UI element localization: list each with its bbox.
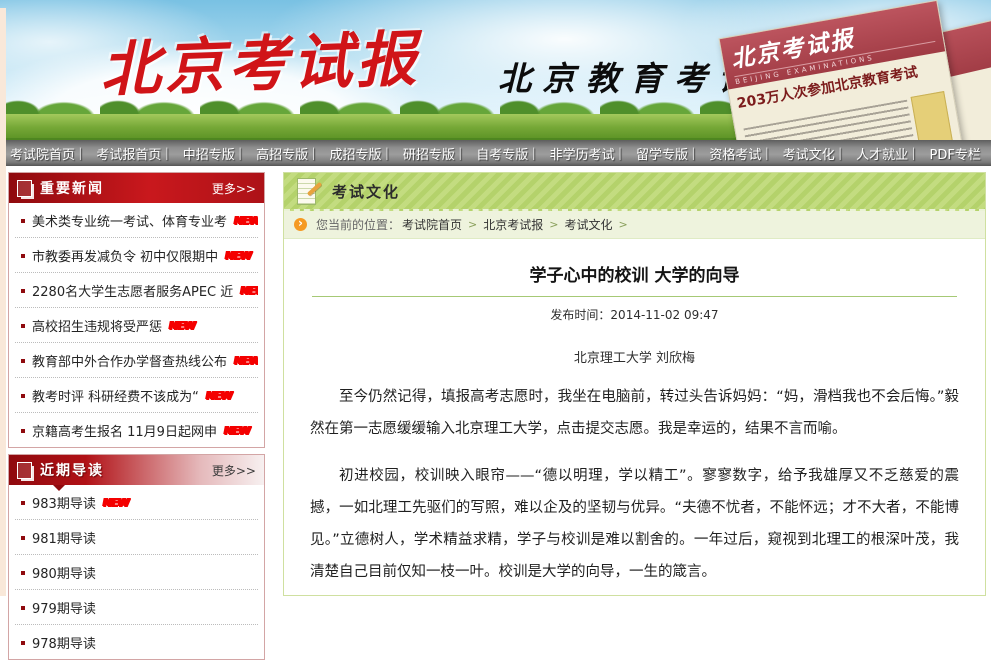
nav-item-paper-home[interactable]: 考试报首页 — [78, 144, 161, 163]
recent-digest-list: 983期导读 NEW 981期导读 980期导读 979期导读 978期导读 — [9, 485, 264, 659]
nav-item-study-abroad[interactable]: 留学专版 — [618, 144, 688, 163]
important-news-box: 重要新闻 更多>> 美术类专业统一考试、体育专业考 NEW 市教委再发减负令 初… — [8, 172, 265, 448]
new-badge: NEW — [225, 249, 251, 262]
breadcrumb-separator: > — [549, 218, 558, 231]
digest-item-text: 979期导读 — [32, 598, 96, 617]
bullet-icon — [21, 289, 25, 293]
news-item-text: 教育部中外合作办学督查热线公布 — [32, 351, 227, 370]
digest-item-text: 980期导读 — [32, 563, 96, 582]
newspaper-sidebar-box — [911, 91, 954, 140]
nav-item-chengzhao[interactable]: 成招专版 — [311, 144, 381, 163]
nav-item-zhongzhao[interactable]: 中招专版 — [165, 144, 235, 163]
digest-list-item[interactable]: 979期导读 — [15, 590, 258, 625]
article-paragraph: 至今仍然记得，填报高考志愿时，我坐在电脑前，转过头告诉妈妈：“妈，滑档我也不会后… — [310, 381, 959, 445]
important-news-more-link[interactable]: 更多>> — [212, 180, 256, 197]
bullet-icon — [21, 394, 25, 398]
breadcrumb-link-paper[interactable]: 北京考试报 — [483, 216, 543, 233]
notepad-pencil-icon — [294, 177, 322, 205]
recent-digest-header: 近期导读 更多>> — [9, 455, 264, 485]
nav-item-zikao[interactable]: 自考专版 — [458, 144, 528, 163]
news-item-text: 2280名大学生志愿者服务APEC 近 — [32, 281, 233, 300]
bullet-icon — [21, 536, 25, 540]
location-arrow-icon — [294, 218, 307, 231]
bullet-icon — [21, 501, 25, 505]
nav-item-non-academic[interactable]: 非学历考试 — [532, 144, 615, 163]
breadcrumb-link-culture[interactable]: 考试文化 — [564, 216, 612, 233]
news-list-item[interactable]: 2280名大学生志愿者服务APEC 近 NEW — [15, 273, 258, 308]
news-list-item[interactable]: 教考时评 科研经费不该成为“ NEW — [15, 378, 258, 413]
nav-item-pdf[interactable]: PDF专栏 — [911, 144, 980, 163]
newspaper-front-image: 北京考试报 BEIJING EXAMINATIONS 203万人次参加北京教育考… — [718, 0, 963, 140]
title-divider — [312, 296, 957, 297]
recent-digest-box: 近期导读 更多>> 983期导读 NEW 981期导读 980期导读 979期导… — [8, 454, 265, 660]
article-title: 学子心中的校训 大学的向导 — [310, 261, 959, 286]
bullet-icon — [21, 571, 25, 575]
main-content: 考试文化 您当前的位置： 考试院首页 > 北京考试报 > 考试文化 > 学子心中… — [283, 172, 986, 596]
new-badge: NEW — [224, 424, 250, 437]
digest-list-item[interactable]: 978期导读 — [15, 625, 258, 659]
breadcrumb-link-home[interactable]: 考试院首页 — [402, 216, 462, 233]
breadcrumb: 您当前的位置： 考试院首页 > 北京考试报 > 考试文化 > — [284, 211, 985, 239]
new-badge: NEW — [103, 496, 129, 509]
nav-item-career[interactable]: 人才就业 — [838, 144, 908, 163]
left-sidebar: 重要新闻 更多>> 美术类专业统一考试、体育专业考 NEW 市教委再发减负令 初… — [8, 172, 265, 666]
digest-list-item[interactable]: 983期导读 NEW — [15, 485, 258, 520]
news-list-item[interactable]: 美术类专业统一考试、体育专业考 NEW — [15, 203, 258, 238]
news-list-item[interactable]: 京籍高考生报名 11月9日起网申 NEW — [15, 413, 258, 447]
news-list-item[interactable]: 教育部中外合作办学督查热线公布 NEW — [15, 343, 258, 378]
article: 学子心中的校训 大学的向导 发布时间：2014-11-02 09:47 北京理工… — [284, 239, 985, 596]
nav-item-exam-culture[interactable]: 考试文化 — [765, 144, 835, 163]
important-news-header: 重要新闻 更多>> — [9, 173, 264, 203]
nav-list: 考试院首页 考试报首页 中招专版 高招专版 成招专版 研招专版 自考专版 非学历… — [0, 140, 991, 166]
important-news-list: 美术类专业统一考试、体育专业考 NEW 市教委再发减负令 初中仅限期中 NEW … — [9, 203, 264, 447]
bullet-icon — [21, 254, 25, 258]
article-author: 北京理工大学 刘欣梅 — [310, 347, 959, 366]
news-item-text: 市教委再发减负令 初中仅限期中 — [32, 246, 218, 265]
news-item-text: 高校招生违规将受严惩 — [32, 316, 162, 335]
news-list-item[interactable]: 市教委再发减负令 初中仅限期中 NEW — [15, 238, 258, 273]
news-icon — [17, 180, 32, 197]
news-item-text: 美术类专业统一考试、体育专业考 — [32, 211, 227, 230]
digest-icon — [17, 462, 32, 479]
breadcrumb-separator: > — [619, 218, 628, 231]
digest-item-text: 983期导读 — [32, 493, 96, 512]
breadcrumb-separator: > — [468, 218, 477, 231]
page-edge-strip — [0, 8, 6, 596]
bullet-icon — [21, 641, 25, 645]
article-paragraph: 初进校园，校训映入眼帘——“德以明理，学以精工”。寥寥数字，给予我雄厚又不乏慈爱… — [310, 460, 959, 588]
nav-item-yanzhao[interactable]: 研招专版 — [385, 144, 455, 163]
main-navbar: 考试院首页 考试报首页 中招专版 高招专版 成招专版 研招专版 自考专版 非学历… — [0, 140, 991, 166]
breadcrumb-prefix: 您当前的位置： — [316, 216, 400, 233]
nav-item-exam-authority-home[interactable]: 考试院首页 — [10, 144, 75, 163]
news-list-item[interactable]: 高校招生违规将受严惩 NEW — [15, 308, 258, 343]
digest-item-text: 981期导读 — [32, 528, 96, 547]
recent-digest-more-link[interactable]: 更多>> — [212, 462, 256, 479]
important-news-title: 重要新闻 — [40, 178, 104, 198]
digest-list-item[interactable]: 981期导读 — [15, 520, 258, 555]
digest-item-text: 978期导读 — [32, 633, 96, 652]
section-title: 考试文化 — [332, 181, 400, 202]
news-item-text: 京籍高考生报名 11月9日起网申 — [32, 421, 217, 440]
new-badge: NEW — [169, 319, 195, 332]
bullet-icon — [21, 219, 25, 223]
site-banner: 北京考试报 北京教育考试院主办 北京考试报 BEIJING EXAMINATIO… — [0, 0, 991, 140]
newspaper-images: 北京考试报 BEIJING EXAMINATIONS 203万人次参加北京教育考… — [716, 12, 991, 140]
site-logo: 北京考试报 — [99, 10, 422, 108]
bullet-icon — [21, 606, 25, 610]
bullet-icon — [21, 429, 25, 433]
new-badge: NEW — [240, 284, 258, 297]
new-badge: NEW — [234, 354, 258, 367]
bullet-icon — [21, 324, 25, 328]
nav-item-gaozhao[interactable]: 高招专版 — [238, 144, 308, 163]
publish-date: 发布时间：2014-11-02 09:47 — [310, 306, 959, 323]
nav-item-qualification[interactable]: 资格考试 — [691, 144, 761, 163]
news-item-text: 教考时评 科研经费不该成为“ — [32, 386, 199, 405]
recent-digest-title: 近期导读 — [40, 460, 104, 480]
digest-list-item[interactable]: 980期导读 — [15, 555, 258, 590]
new-badge: NEW — [206, 389, 232, 402]
new-badge: NEW — [234, 214, 258, 227]
section-header: 考试文化 — [284, 173, 985, 211]
bullet-icon — [21, 359, 25, 363]
